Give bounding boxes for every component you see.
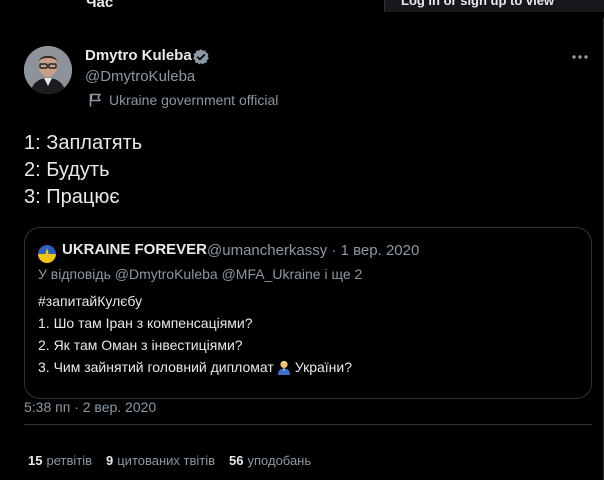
quoted-avatar-icon (38, 245, 56, 263)
tweet-timestamp[interactable]: 5:38 пп · 2 вер. 2020 (24, 399, 156, 415)
author-avatar[interactable] (24, 46, 72, 94)
quoted-handle: @umancherkassy (207, 242, 328, 259)
person-emoji-icon (277, 360, 290, 375)
quoted-tweet[interactable]: UKRAINE FOREVER @umancherkassy · 1 вер. … (24, 227, 592, 399)
quotes-label: цитованих твітів (117, 453, 216, 468)
tweet-line: 1: Заплатять (24, 132, 143, 154)
login-banner[interactable]: Log in or sign up to view (384, 0, 604, 12)
quotes-stat[interactable]: 9 цитованих твітів (106, 453, 215, 468)
quoted-line: 1. Шо там Іран з компенсаціями? (38, 315, 253, 331)
government-label: Ukraine government official (89, 92, 278, 108)
tweet-line: 2: Будуть (24, 159, 110, 181)
author-handle[interactable]: @DmytroKuleba (85, 68, 195, 85)
government-label-text: Ukraine government official (109, 92, 279, 108)
more-icon[interactable] (569, 46, 591, 68)
quoted-line-text: України? (294, 359, 353, 375)
quoted-line-text: 3. Чим зайнятий головний дипломат (38, 359, 274, 375)
quoted-meta: @umancherkassy · 1 вер. 2020 (207, 242, 420, 259)
quoted-author-name: UKRAINE FOREVER (62, 241, 208, 258)
retweets-count: 15 (28, 453, 43, 468)
author-name[interactable]: Dmytro Kuleba (85, 47, 192, 64)
flag-icon (89, 93, 101, 107)
likes-count: 56 (229, 453, 244, 468)
retweets-stat[interactable]: 15 ретвітів (28, 453, 92, 468)
quoted-line: 2. Як там Оман з інвестиціями? (38, 337, 243, 353)
tweet: Dmytro Kuleba @DmytroKuleba Ukraine gove… (0, 18, 604, 480)
quoted-text: #запитайКулєбу 1. Шо там Іран з компенса… (38, 290, 352, 378)
likes-label: уподобань (247, 453, 312, 468)
tweet-stats: 15 ретвітів 9 цитованих твітів 56 уподобань (28, 453, 325, 468)
tweet-line: 3: Працює (24, 186, 120, 208)
retweets-label: ретвітів (46, 453, 92, 468)
verified-badge-icon (193, 49, 209, 65)
tweet-text: 1: Заплатять 2: Будуть 3: Працює (24, 130, 142, 211)
likes-stat[interactable]: 56 уподобань (229, 453, 311, 468)
quotes-count: 9 (106, 453, 114, 468)
login-banner-text: Log in or sign up to view (401, 0, 555, 8)
previous-content-fragment: Час (86, 0, 114, 11)
quoted-line: 3. Чим зайнятий головний дипломат Україн… (38, 356, 352, 378)
quoted-date: 1 вер. 2020 (340, 242, 420, 259)
divider (24, 424, 592, 425)
quoted-line: #запитайКулєбу (38, 293, 143, 309)
quoted-reply-to: У відповідь @DmytroKuleba @MFA_Ukraine і… (38, 266, 363, 282)
